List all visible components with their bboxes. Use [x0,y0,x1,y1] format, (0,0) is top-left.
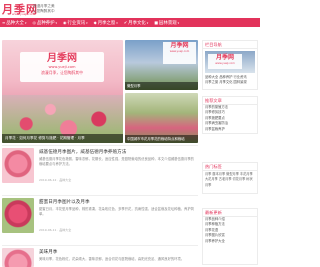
article-thumbnail[interactable] [2,198,34,233]
article-meta: 2019-06-12 · 品种大全 [39,178,72,182]
sidebar-recommended-panel: 推荐文章 月季的繁殖方法 月季修剪技巧 月季施肥要点 月季病虫害防治 月季盆栽养… [202,96,258,134]
banner-caption[interactable]: 月季花 · 如何月季花 修剪与施肥 · 花期管理 · 月季 [2,134,123,143]
nav-item-landscape[interactable]: ■ 园林景观 ▾ [154,20,179,26]
nav-item-news[interactable]: ◉ 行业资讯 ▾ [63,20,88,26]
article-item: 威基伍德月季图片，威基伍德月季养殖方法 威基伍德月季花色艳丽，香味浓郁，花期长，… [2,148,198,193]
banner-logo: 月季网 www.yueji.com 浪漫月季，让您陶醉其中 [20,52,104,82]
nav-item-culture[interactable]: ✔ 月季文化 ▾ [124,20,148,26]
featured-thumb-1[interactable]: 月季网 www.yueji.com 微型月季 [125,40,198,90]
panel-heading: 最新更新 [203,209,257,217]
article-item: 美味月季 美味月季，花色粉红，花朵硕大，香味浓郁，适合切花与庭院栽培，喜阳光充足… [2,248,198,267]
sidebar-latest-panel: 最新更新 月季品种介绍 月季种植方法 月季花语 月季图片欣赏 月季养护大全 [202,208,258,265]
chevron-down-icon: ▾ [24,20,27,25]
panel-logo-image[interactable]: 月季网 www.yueji.com [205,51,255,73]
site-header: 月季网 www.yueji.com 浪漫月季之美 让您陶醉其中 [0,0,260,18]
article-summary: 甜蜜日月，丰花型月季品种，株形紧凑，花朵玫红色，多季开花，抗病性强，适合盆栽及花… [39,207,194,216]
nav-item-window[interactable]: ◆ 月季之窗 ▾ [94,20,118,26]
nav-item-varieties[interactable]: ≡ 品种大全 ▾ [2,20,26,26]
panel-heading: 推荐文章 [203,97,257,105]
article-summary: 威基伍德月季花色艳丽，香味浓郁，花期长，适应性强，是庭院栽培的优良品种，本文介绍… [39,157,194,166]
thumb-logo: 月季网 www.yueji.com [163,42,196,64]
chevron-down-icon: ▾ [177,20,180,25]
divider [2,145,198,146]
sidebar-nav-panel: 栏目导航 月季网 www.yueji.com 品种大全 品种养护 行业资讯 月季… [202,40,258,90]
panel-heading: 热门标签 [203,163,257,171]
main-nav: ≡ 品种大全 ▾ ◎ 品种养护 ▾ ◉ 行业资讯 ▾ ◆ 月季之窗 ▾ ✔ 月季文化 ▾ ■ 园林景观… [0,18,260,27]
nav-label: 品种大全 [6,20,24,26]
site-url: www.yueji.com [12,12,35,16]
article-title[interactable]: 美味月季 [39,249,57,255]
article-meta: 2019-06-11 · 品种大全 [39,228,72,232]
chevron-down-icon: ▾ [146,20,149,25]
nav-label: 月季之窗 [97,20,116,26]
nav-item-care[interactable]: ◎ 品种养护 ▾ [32,20,57,26]
article-summary: 美味月季，花色粉红，花朵硕大，香味浓郁，适合切花与庭院栽培，喜阳光充足、通风良好… [39,257,185,261]
menu-icon: ≡ [2,20,6,25]
panel-logo-url: www.yueji.com [215,62,235,65]
featured-thumb-2[interactable]: 中国城市市花月季花的栽培特点和栽培 [125,93,198,143]
panel-link-row[interactable]: 月季之窗 月季文化 园林景观 [203,80,257,85]
panel-heading: 栏目导航 [203,41,257,49]
chevron-down-icon: ▾ [55,20,58,25]
nav-label: 月季文化 [128,20,146,26]
article-thumbnail[interactable] [2,248,34,267]
article-item: 甜蜜日月季图片以及月季 甜蜜日月，丰花型月季品种，株形紧凑，花朵玫红色，多季开花… [2,198,198,243]
sidebar-tags-panel: 热门标签 月季 藤本月季 微型月季 丰花月季 大花月季 古老月季 切花月季 树状… [202,162,258,194]
chevron-down-icon: ▾ [116,20,118,25]
latest-link[interactable]: 月季养护大全 [203,239,257,244]
chevron-down-icon: ▾ [86,20,88,25]
thumb-logo-text: 月季网 [170,42,189,49]
recommended-link[interactable]: 月季盆栽养护 [203,127,257,132]
article-thumbnail[interactable] [2,148,34,183]
nav-label: 园林景观 [159,20,177,26]
divider [2,245,198,246]
nav-label: 品种养护 [36,20,55,26]
care-icon: ◎ [32,20,36,25]
featured-banner[interactable]: 月季网 www.yueji.com 浪漫月季，让您陶醉其中 月季花 · 如何月季… [2,40,123,143]
check-icon: ✔ [123,20,128,25]
article-title[interactable]: 甜蜜日月季图片以及月季 [39,199,90,205]
news-icon: ◉ [63,20,67,25]
thumb-caption[interactable]: 中国城市市花月季花的栽培特点和栽培 [125,135,198,143]
divider [2,195,198,196]
thumb-caption[interactable]: 微型月季 [125,82,198,90]
banner-logo-text: 月季网 [47,53,77,64]
banner-slogan: 浪漫月季，让您陶醉其中 [41,70,83,75]
square-icon: ■ [154,20,159,25]
site-tagline: 浪漫月季之美 让您陶醉其中 [33,4,55,14]
thumb-url: www.yueji.com [169,50,190,53]
tag-cloud[interactable]: 月季 藤本月季 微型月季 丰花月季 大花月季 古老月季 切花月季 树状月季 [203,171,257,189]
nav-label: 行业资讯 [67,20,86,26]
article-title[interactable]: 威基伍德月季图片，威基伍德月季养殖方法 [39,149,126,155]
diamond-icon: ◆ [93,20,97,25]
panel-logo: 月季网 www.yueji.com [208,54,242,69]
tagline-line-2: 让您陶醉其中 [33,9,55,13]
panel-logo-text: 月季网 [215,54,234,61]
